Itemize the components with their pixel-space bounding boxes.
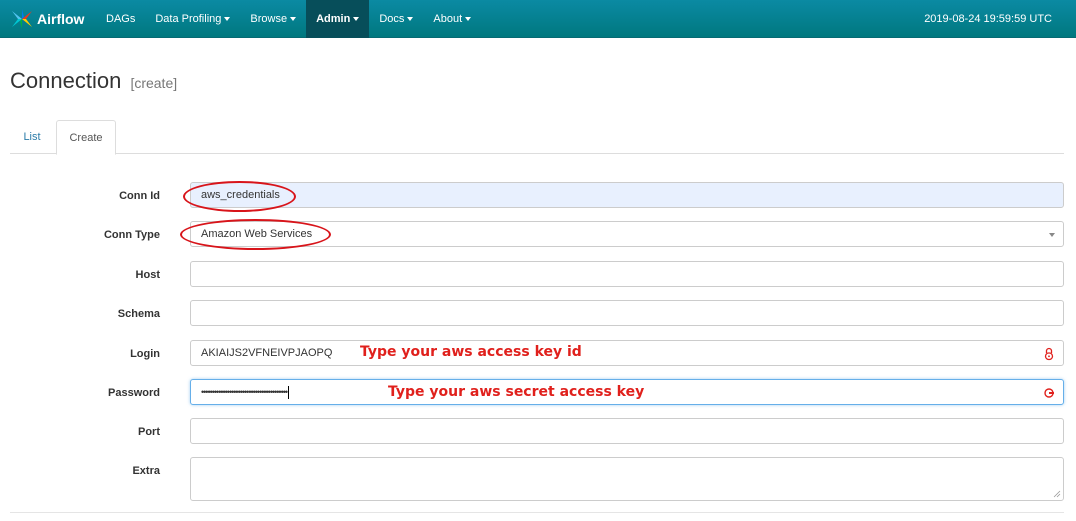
login-value: AKIAIJS2VFNEIVPJAOPQ — [201, 347, 333, 359]
port-label: Port — [138, 426, 160, 438]
chevron-down-icon — [224, 17, 231, 21]
chevron-down-icon — [465, 17, 472, 21]
extra-textarea[interactable] — [190, 457, 1064, 501]
nav-about[interactable]: About — [423, 0, 481, 38]
password-label: Password — [108, 387, 160, 399]
server-time: 2019-08-24 19:59:59 UTC — [924, 13, 1052, 25]
annotation-login-note: Type your aws access key id — [360, 344, 582, 360]
schema-input[interactable] — [190, 300, 1064, 326]
page-title: Connection [create] — [10, 68, 177, 94]
page-title-text: Connection — [10, 68, 122, 93]
highlight-ellipse-conn-type — [180, 219, 331, 250]
tab-bar: List Create — [10, 120, 1064, 155]
nav-about-label: About — [433, 13, 463, 25]
nav-browse-label: Browse — [250, 13, 288, 25]
password-value: •••••••••••••••••••••••••••••••••••••••• — [201, 387, 288, 397]
nav-docs[interactable]: Docs — [369, 0, 423, 38]
nav-admin-label: Admin — [316, 13, 351, 25]
conn-type-label: Conn Type — [103, 229, 160, 241]
key-icon[interactable] — [1043, 386, 1055, 400]
nav-data-profiling-label: Data Profiling — [155, 13, 222, 25]
nav-data-profiling[interactable]: Data Profiling — [145, 0, 240, 38]
tab-create[interactable]: Create — [56, 120, 116, 155]
tab-list[interactable]: List — [10, 120, 54, 154]
chevron-down-icon — [290, 17, 297, 21]
nav-dags[interactable]: DAGs — [96, 0, 145, 38]
airflow-logo-icon — [12, 9, 32, 29]
conn-id-label: Conn Id — [119, 190, 160, 202]
top-navbar: Airflow DAGs Data Profiling Browse Admin… — [0, 0, 1076, 38]
highlight-ellipse-conn-id — [183, 181, 296, 212]
host-label: Host — [135, 269, 160, 281]
divider — [10, 512, 1064, 513]
page-subtitle: [create] — [130, 75, 178, 91]
lock-icon[interactable] — [1043, 347, 1055, 361]
nav-docs-label: Docs — [379, 13, 405, 25]
dropdown-arrow-icon — [1049, 233, 1055, 237]
login-input[interactable]: AKIAIJS2VFNEIVPJAOPQ — [190, 340, 1064, 366]
extra-label: Extra — [132, 465, 160, 477]
annotation-password-note: Type your aws secret access key — [388, 384, 645, 400]
nav-dags-label: DAGs — [106, 13, 136, 25]
host-input[interactable] — [190, 261, 1064, 287]
tab-create-label: Create — [69, 131, 103, 144]
port-input[interactable] — [190, 418, 1064, 444]
text-cursor — [288, 385, 290, 399]
conn-id-input[interactable]: aws_credentials — [190, 182, 1064, 208]
airflow-brand[interactable]: Airflow — [10, 0, 84, 38]
nav-browse[interactable]: Browse — [240, 0, 306, 38]
brand-label: Airflow — [37, 11, 85, 27]
resize-grip-icon[interactable] — [1053, 490, 1061, 498]
nav-admin[interactable]: Admin — [306, 0, 370, 38]
chevron-down-icon — [353, 17, 360, 21]
chevron-down-icon — [407, 17, 414, 21]
schema-label: Schema — [117, 308, 160, 320]
tab-list-label: List — [23, 131, 41, 143]
login-label: Login — [130, 348, 160, 360]
nav-menu: DAGs Data Profiling Browse Admin Docs Ab… — [96, 0, 481, 38]
